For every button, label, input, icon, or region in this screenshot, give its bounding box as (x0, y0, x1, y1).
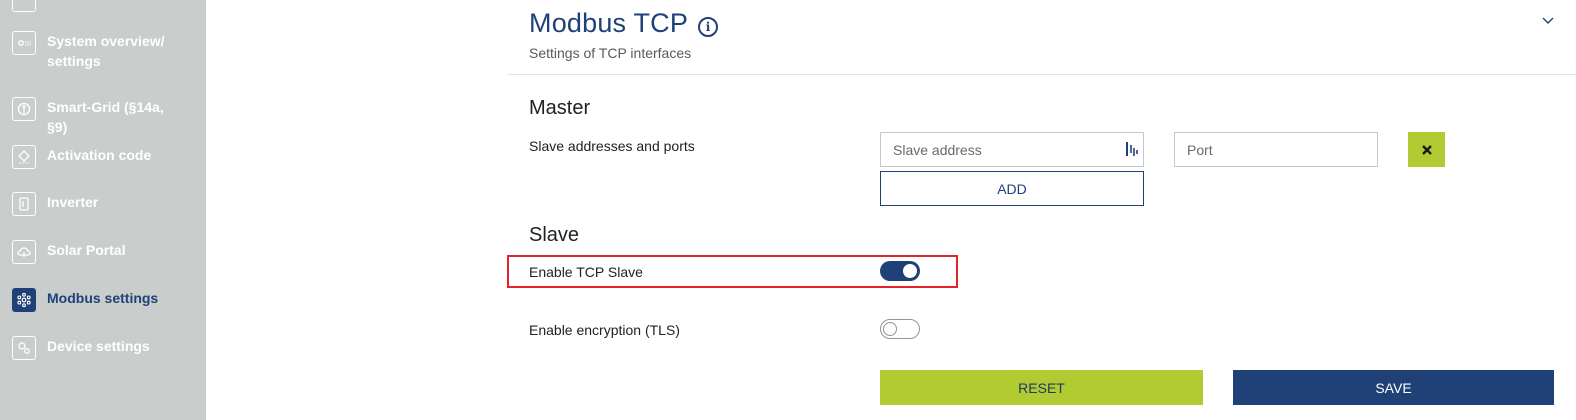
app-root: SI System overview/ settings Smart-Grid … (0, 0, 1576, 420)
sidebar-item-device-settings[interactable]: Device settings (12, 336, 150, 360)
remove-entry-button[interactable] (1408, 132, 1445, 167)
sidebar-item-partial-top[interactable] (12, 0, 36, 12)
sidebar-item-label: System overview/ settings (47, 33, 165, 69)
field-picker-icon[interactable] (1125, 141, 1139, 157)
sidebar-item-label: Modbus settings (47, 290, 159, 306)
toggle-knob (883, 321, 897, 336)
sidebar-item-inverter[interactable]: Inverter (12, 192, 98, 216)
generic-icon (12, 0, 36, 12)
enable-tcp-slave-label: Enable TCP Slave (529, 264, 643, 280)
smart-grid-icon (12, 97, 36, 121)
sidebar-item-label: Solar Portal (47, 242, 126, 258)
sidebar-item-label: Device settings (47, 338, 150, 354)
enable-tls-toggle[interactable] (880, 319, 920, 339)
solar-portal-icon (12, 240, 36, 264)
close-icon (1421, 144, 1432, 155)
chevron-down-icon[interactable] (1541, 14, 1555, 28)
slave-section-title: Slave (529, 224, 580, 246)
sidebar-item-smart-grid[interactable]: Smart-Grid (§14a, §9) (12, 97, 187, 137)
page-title: Modbus TCP (529, 8, 689, 38)
svg-text:SI: SI (25, 41, 32, 48)
modbus-icon (12, 288, 36, 312)
info-icon[interactable]: i (698, 17, 718, 37)
sidebar-item-activation-code[interactable]: Activation code (12, 145, 151, 169)
sidebar: SI System overview/ settings Smart-Grid … (0, 0, 206, 420)
master-section-title: Master (529, 97, 591, 119)
system-overview-icon: SI (12, 31, 36, 55)
page-subtitle: Settings of TCP interfaces (529, 45, 692, 61)
enable-tcp-slave-toggle[interactable] (880, 261, 920, 281)
sidebar-item-system-overview[interactable]: SI System overview/ settings (12, 31, 187, 71)
sidebar-item-label: Inverter (47, 194, 99, 210)
sidebar-item-solar-portal[interactable]: Solar Portal (12, 240, 126, 264)
reset-button[interactable]: RESET (880, 370, 1203, 405)
slave-addresses-label: Slave addresses and ports (529, 138, 695, 154)
header-divider (508, 74, 1576, 75)
sidebar-item-label: Activation code (47, 147, 152, 163)
toggle-knob (903, 264, 917, 278)
enable-tls-label: Enable encryption (TLS) (529, 322, 680, 338)
add-button[interactable]: ADD (880, 171, 1144, 206)
activation-code-icon (12, 145, 36, 169)
port-input[interactable] (1174, 132, 1378, 167)
sidebar-item-label: Smart-Grid (§14a, §9) (47, 99, 164, 135)
sidebar-item-modbus-settings[interactable]: Modbus settings (12, 288, 158, 312)
device-settings-icon (12, 336, 36, 360)
inverter-icon (12, 192, 36, 216)
slave-address-input[interactable] (880, 132, 1144, 167)
save-button[interactable]: SAVE (1233, 370, 1554, 405)
